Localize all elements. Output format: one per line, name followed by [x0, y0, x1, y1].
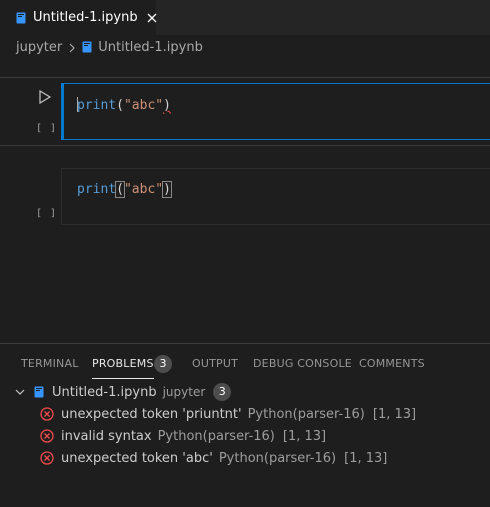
code-cell-1[interactable]: print("abc"): [61, 83, 490, 140]
breadcrumb: jupyter Untitled-1.ipynb: [16, 38, 203, 56]
problem-position: [1, 13]: [282, 428, 327, 444]
chevron-right-icon: [68, 42, 76, 53]
breadcrumb-file[interactable]: Untitled-1.ipynb: [98, 40, 203, 55]
problem-source: Python(parser-16): [157, 428, 275, 444]
cell-editor[interactable]: print("abc"): [77, 181, 172, 198]
tab-problems[interactable]: PROBLEMS: [92, 357, 154, 379]
notebook-file-icon: [34, 386, 44, 398]
problems-file-name: Untitled-1.ipynb: [52, 384, 157, 400]
problem-item[interactable]: unexpected token 'priuntnt' Python(parse…: [0, 403, 490, 425]
notebook-file-icon: [82, 41, 92, 53]
problems-count-badge: 3: [154, 355, 172, 373]
problem-source: Python(parser-16): [247, 406, 365, 422]
error-icon: [40, 451, 54, 465]
tab-comments[interactable]: COMMENTS: [359, 357, 425, 370]
problem-position: [1, 13]: [344, 450, 388, 466]
error-squiggle: ): [163, 98, 171, 113]
tab-output[interactable]: OUTPUT: [192, 357, 238, 370]
problem-source: Python(parser-16): [218, 450, 337, 466]
problem-item[interactable]: invalid syntax Python(parser-16) [1, 13]: [0, 425, 490, 447]
bottom-panel: TERMINAL PROBLEMS 3 OUTPUT DEBUG CONSOLE…: [0, 343, 490, 507]
problem-message: invalid syntax: [61, 428, 152, 444]
problem-message: unexpected token 'abc': [61, 450, 213, 466]
bracket-match: ): [162, 181, 172, 198]
cell-editor[interactable]: print("abc"): [77, 97, 171, 113]
run-cell-icon[interactable]: [38, 89, 52, 105]
problem-message: unexpected token 'priuntnt': [61, 406, 242, 422]
breadcrumb-folder[interactable]: jupyter: [16, 40, 62, 55]
problem-position: [1, 13]: [372, 406, 417, 422]
problems-file-count: 3: [213, 383, 232, 401]
code-cell-2[interactable]: print("abc"): [61, 168, 490, 225]
chevron-down-icon[interactable]: [14, 386, 26, 398]
execution-count: [ ]: [36, 123, 58, 134]
cell-divider: [0, 145, 490, 146]
problems-file-folder: jupyter: [162, 385, 206, 399]
toolbar-divider: [0, 77, 490, 78]
execution-count: [ ]: [36, 208, 58, 219]
notebook-file-icon: [16, 12, 26, 24]
tab-debug-console[interactable]: DEBUG CONSOLE: [253, 357, 352, 370]
cell-focus-indicator: [62, 84, 64, 139]
error-icon: [40, 407, 54, 421]
problem-item[interactable]: unexpected token 'abc' Python(parser-16)…: [0, 447, 490, 469]
tab-terminal[interactable]: TERMINAL: [21, 357, 79, 370]
bracket-match: (: [115, 181, 125, 198]
close-icon[interactable]: [146, 12, 158, 24]
problems-file-group[interactable]: Untitled-1.ipynb jupyter 3: [0, 381, 490, 403]
panel-tabs: TERMINAL PROBLEMS 3 OUTPUT DEBUG CONSOLE…: [0, 344, 490, 384]
error-icon: [40, 429, 54, 443]
editor-tab-untitled-1[interactable]: Untitled-1.ipynb: [0, 0, 158, 35]
editor-tab-bar: Untitled-1.ipynb: [0, 0, 490, 35]
tab-title: Untitled-1.ipynb: [33, 10, 138, 25]
